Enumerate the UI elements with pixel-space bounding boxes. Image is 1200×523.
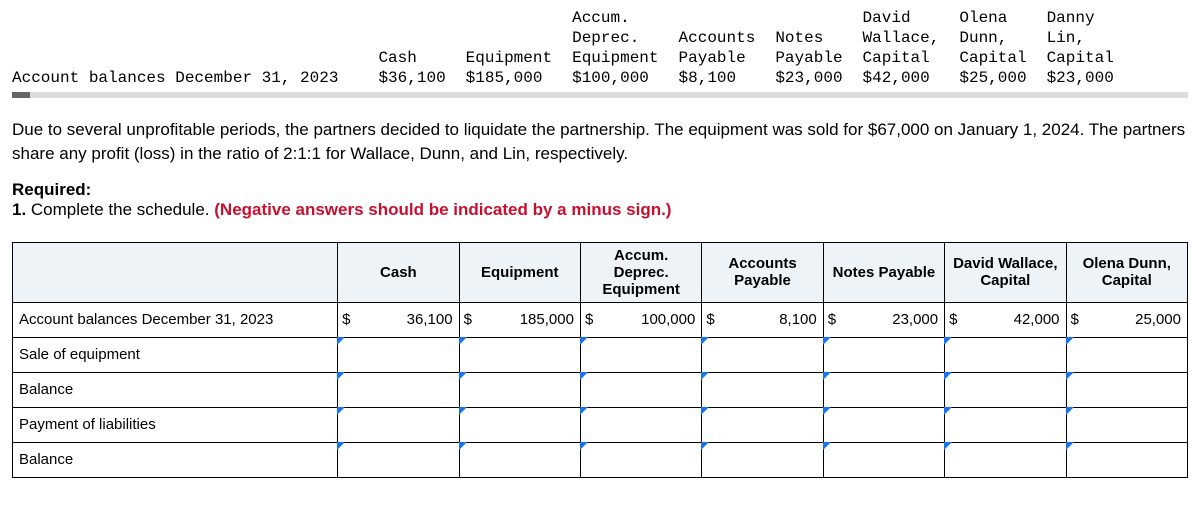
input-cell[interactable] [580,372,701,407]
cell-cash: $36,100 [338,302,459,337]
sch-head-equipment: Equipment [459,242,580,302]
input-cell[interactable] [702,372,823,407]
input-cell[interactable] [580,407,701,442]
row-label-payliab: Payment of liabilities [13,407,338,442]
val-notes: $23,000 [765,68,852,88]
required-heading: Required: [12,180,1188,200]
col-cash-head: Cash [368,8,455,68]
table-row: Balance [13,372,1188,407]
input-cell[interactable] [945,442,1066,477]
val-equipment: $185,000 [456,68,562,88]
input-cell[interactable] [459,337,580,372]
input-cell[interactable] [1066,337,1187,372]
input-cell[interactable] [823,407,944,442]
sch-head-accounts: Accounts Payable [702,242,823,302]
input-cell[interactable] [459,407,580,442]
input-cell[interactable] [823,442,944,477]
row-label-opening: Account balances December 31, 2023 [13,302,338,337]
schedule-corner [13,242,338,302]
val-accum: $100,000 [562,68,668,88]
table-row: Account balances December 31, 2023 $36,1… [13,302,1188,337]
table-row: Sale of equipment [13,337,1188,372]
balances-row-label: Account balances December 31, 2023 [12,68,368,88]
cell-wallace: $42,000 [945,302,1066,337]
input-cell[interactable] [945,337,1066,372]
input-cell[interactable] [823,372,944,407]
required-number: 1. [12,200,31,219]
input-cell[interactable] [459,442,580,477]
sch-head-cash: Cash [338,242,459,302]
sch-head-wallace: David Wallace, Capital [945,242,1066,302]
cell-dunn: $25,000 [1066,302,1187,337]
input-cell[interactable] [338,372,459,407]
col-lin-head: Danny Lin, Capital [1037,8,1124,68]
table-row: Balance [13,442,1188,477]
val-accounts: $8,100 [669,68,766,88]
cell-notes: $23,000 [823,302,944,337]
input-cell[interactable] [945,372,1066,407]
table-row: Payment of liabilities [13,407,1188,442]
input-cell[interactable] [338,337,459,372]
scrollbar-thumb[interactable] [12,92,30,98]
input-cell[interactable] [702,337,823,372]
row-label-balance2: Balance [13,442,338,477]
sch-head-accum: Accum. Deprec. Equipment [580,242,701,302]
input-cell[interactable] [702,442,823,477]
input-cell[interactable] [702,407,823,442]
input-cell[interactable] [580,442,701,477]
balances-text-table: Cash Equipment Accum. Deprec. Equipment … [12,8,1124,88]
cell-accounts: $8,100 [702,302,823,337]
sch-head-notes: Notes Payable [823,242,944,302]
input-cell[interactable] [1066,372,1187,407]
input-cell[interactable] [945,407,1066,442]
row-label-balance1: Balance [13,372,338,407]
col-equipment-head: Equipment [456,8,562,68]
required-line: 1. Complete the schedule. (Negative answ… [12,200,1188,220]
problem-paragraph: Due to several unprofitable periods, the… [12,118,1188,166]
input-cell[interactable] [580,337,701,372]
input-cell[interactable] [338,442,459,477]
val-dunn: $25,000 [949,68,1036,88]
col-notes-head: Notes Payable [765,8,852,68]
input-cell[interactable] [823,337,944,372]
col-wallace-head: David Wallace, Capital [853,8,950,68]
input-cell[interactable] [1066,407,1187,442]
required-text: Complete the schedule. [31,200,214,219]
val-wallace: $42,000 [853,68,950,88]
val-lin: $23,000 [1037,68,1124,88]
sch-head-dunn: Olena Dunn, Capital [1066,242,1187,302]
cell-accum: $100,000 [580,302,701,337]
required-hint: (Negative answers should be indicated by… [214,200,671,219]
horizontal-scrollbar[interactable] [12,92,1188,98]
val-cash: $36,100 [368,68,455,88]
row-label-sale: Sale of equipment [13,337,338,372]
schedule-table: Cash Equipment Accum. Deprec. Equipment … [12,242,1188,478]
input-cell[interactable] [459,372,580,407]
col-dunn-head: Olena Dunn, Capital [949,8,1036,68]
input-cell[interactable] [338,407,459,442]
input-cell[interactable] [1066,442,1187,477]
cell-equipment: $185,000 [459,302,580,337]
col-accum-head: Accum. Deprec. Equipment [562,8,668,68]
col-accounts-head: Accounts Payable [669,8,766,68]
